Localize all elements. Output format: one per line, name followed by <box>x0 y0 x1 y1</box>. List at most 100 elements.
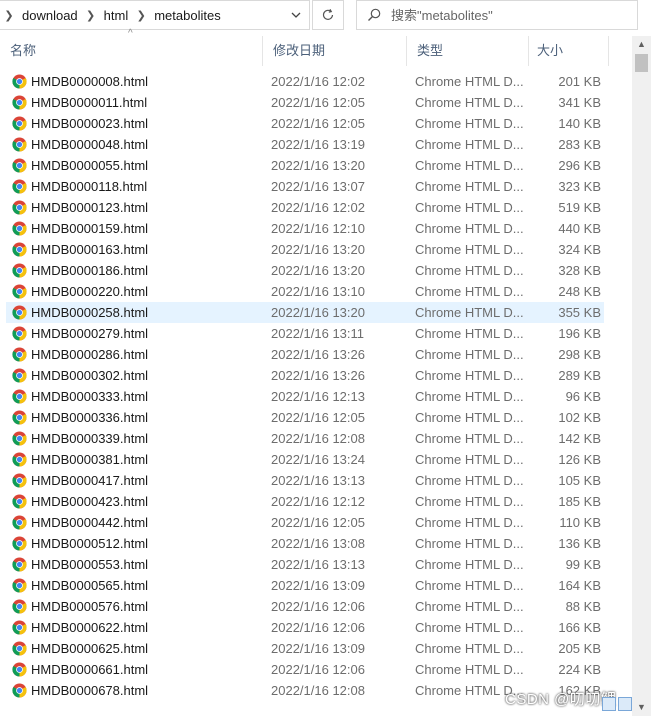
chrome-icon <box>12 95 27 110</box>
file-name: HMDB0000333.html <box>31 389 149 404</box>
file-date: 2022/1/16 12:05 <box>271 515 365 530</box>
search-icon <box>368 8 381 21</box>
breadcrumb-metabolites[interactable]: metabolites <box>150 8 224 23</box>
file-date: 2022/1/16 13:20 <box>271 158 365 173</box>
file-date: 2022/1/16 12:08 <box>271 683 365 698</box>
chrome-icon <box>12 620 27 635</box>
file-name: HMDB0000008.html <box>31 74 149 89</box>
file-row[interactable]: HMDB0000333.html 2022/1/16 12:13 Chrome HT… <box>6 386 604 407</box>
file-row[interactable]: HMDB0000008.html 2022/1/16 12:02 Chrome HT… <box>6 71 604 92</box>
file-row[interactable]: HMDB0000011.html 2022/1/16 12:05 Chrome HT… <box>6 92 604 113</box>
file-row[interactable]: HMDB0000118.html 2022/1/16 13:07 Chrome HT… <box>6 176 604 197</box>
details-view-icon[interactable] <box>602 697 616 711</box>
file-row[interactable]: HMDB0000286.html 2022/1/16 13:26 Chrome HT… <box>6 344 604 365</box>
file-date: 2022/1/16 13:26 <box>271 368 365 383</box>
file-row[interactable]: HMDB0000576.html 2022/1/16 12:06 Chrome HT… <box>6 596 604 617</box>
view-mode-buttons <box>602 697 632 711</box>
breadcrumb-download[interactable]: download <box>18 8 82 23</box>
file-row[interactable]: HMDB0000661.html 2022/1/16 12:06 Chrome HT… <box>6 659 604 680</box>
file-date: 2022/1/16 12:05 <box>271 95 365 110</box>
column-name[interactable]: ^ 名称 <box>0 28 263 66</box>
file-name: HMDB0000118.html <box>31 179 148 194</box>
refresh-icon <box>322 9 334 20</box>
scrollbar-thumb[interactable] <box>635 54 648 72</box>
refresh-button[interactable] <box>312 0 344 30</box>
chevron-down-icon[interactable] <box>283 1 309 29</box>
file-row[interactable]: HMDB0000123.html 2022/1/16 12:02 Chrome HT… <box>6 197 604 218</box>
file-size: 283 KB <box>558 137 601 152</box>
file-row[interactable]: HMDB0000258.html 2022/1/16 13:20 Chrome HT… <box>6 302 604 323</box>
file-row[interactable]: HMDB0000417.html 2022/1/16 13:13 Chrome HT… <box>6 470 604 491</box>
chrome-icon <box>12 683 27 698</box>
file-name: HMDB0000048.html <box>31 137 149 152</box>
file-row[interactable]: HMDB0000220.html 2022/1/16 13:10 Chrome HT… <box>6 281 604 302</box>
large-icons-view-icon[interactable] <box>618 697 632 711</box>
file-size: 440 KB <box>558 221 601 236</box>
file-date: 2022/1/16 13:10 <box>271 284 365 299</box>
file-date: 2022/1/16 13:13 <box>271 557 365 572</box>
chrome-icon <box>12 662 27 677</box>
file-row[interactable]: HMDB0000336.html 2022/1/16 12:05 Chrome HT… <box>6 407 604 428</box>
chrome-icon <box>12 74 27 89</box>
file-row[interactable]: HMDB0000442.html 2022/1/16 12:05 Chrome HT… <box>6 512 604 533</box>
file-row[interactable]: HMDB0000159.html 2022/1/16 12:10 Chrome HT… <box>6 218 604 239</box>
column-type-label: 类型 <box>417 43 444 58</box>
column-size[interactable]: 大小 <box>527 36 609 66</box>
address-bar[interactable]: ❯ download ❯ html ❯ metabolites <box>0 0 310 30</box>
file-row[interactable]: HMDB0000048.html 2022/1/16 13:19 Chrome HT… <box>6 134 604 155</box>
file-row[interactable]: HMDB0000023.html 2022/1/16 12:05 Chrome HT… <box>6 113 604 134</box>
file-row[interactable]: HMDB0000622.html 2022/1/16 12:06 Chrome HT… <box>6 617 604 638</box>
search-input[interactable] <box>389 6 623 24</box>
chevron-right-icon[interactable]: ❯ <box>132 9 150 22</box>
file-row[interactable]: HMDB0000565.html 2022/1/16 13:09 Chrome HT… <box>6 575 604 596</box>
file-name: HMDB0000011.html <box>31 95 148 110</box>
file-size: 185 KB <box>558 494 601 509</box>
file-name: HMDB0000678.html <box>31 683 149 698</box>
chrome-icon <box>12 326 27 341</box>
file-row[interactable]: HMDB0000302.html 2022/1/16 13:26 Chrome HT… <box>6 365 604 386</box>
watermark: CSDN @叨叨鲤 <box>505 691 617 708</box>
chevron-right-icon[interactable]: ❯ <box>82 9 100 22</box>
file-size: 205 KB <box>558 641 601 656</box>
breadcrumb-html[interactable]: html <box>100 8 133 23</box>
file-name: HMDB0000661.html <box>31 662 149 677</box>
file-row[interactable]: HMDB0000512.html 2022/1/16 13:08 Chrome HT… <box>6 533 604 554</box>
sort-up-icon: ^ <box>128 28 133 39</box>
file-size: 355 KB <box>558 305 601 320</box>
chrome-icon <box>12 473 27 488</box>
file-date: 2022/1/16 12:05 <box>271 116 365 131</box>
search-box[interactable] <box>356 0 638 30</box>
file-row[interactable]: HMDB0000279.html 2022/1/16 13:11 Chrome HT… <box>6 323 604 344</box>
chevron-right-icon[interactable]: ❯ <box>0 9 18 22</box>
column-type[interactable]: 类型 <box>407 36 529 66</box>
file-date: 2022/1/16 13:20 <box>271 263 365 278</box>
file-row[interactable]: HMDB0000625.html 2022/1/16 13:09 Chrome HT… <box>6 638 604 659</box>
column-date[interactable]: 修改日期 <box>263 36 407 66</box>
file-name: HMDB0000622.html <box>31 620 149 635</box>
chrome-icon <box>12 431 27 446</box>
chrome-icon <box>12 578 27 593</box>
file-name: HMDB0000302.html <box>31 368 149 383</box>
file-row[interactable]: HMDB0000423.html 2022/1/16 12:12 Chrome HT… <box>6 491 604 512</box>
file-row[interactable]: HMDB0000055.html 2022/1/16 13:20 Chrome HT… <box>6 155 604 176</box>
scroll-down-icon[interactable]: ▼ <box>632 699 651 716</box>
scroll-up-icon[interactable]: ▲ <box>632 36 651 53</box>
vertical-scrollbar[interactable]: ▲ ▼ <box>632 36 651 716</box>
chrome-icon <box>12 494 27 509</box>
file-name: HMDB0000565.html <box>31 578 149 593</box>
file-size: 99 KB <box>565 557 601 572</box>
file-row[interactable]: HMDB0000339.html 2022/1/16 12:08 Chrome HT… <box>6 428 604 449</box>
file-name: HMDB0000023.html <box>31 116 149 131</box>
file-row[interactable]: HMDB0000186.html 2022/1/16 13:20 Chrome HT… <box>6 260 604 281</box>
chrome-icon <box>12 137 27 152</box>
chrome-icon <box>12 410 27 425</box>
file-row[interactable]: HMDB0000553.html 2022/1/16 13:13 Chrome HT… <box>6 554 604 575</box>
file-row[interactable]: HMDB0000381.html 2022/1/16 13:24 Chrome HT… <box>6 449 604 470</box>
file-name: HMDB0000423.html <box>31 494 149 509</box>
file-date: 2022/1/16 13:24 <box>271 452 365 467</box>
file-date: 2022/1/16 13:09 <box>271 641 365 656</box>
file-name: HMDB0000553.html <box>31 557 149 572</box>
file-size: 196 KB <box>558 326 601 341</box>
file-name: HMDB0000339.html <box>31 431 149 446</box>
file-row[interactable]: HMDB0000163.html 2022/1/16 13:20 Chrome HT… <box>6 239 604 260</box>
